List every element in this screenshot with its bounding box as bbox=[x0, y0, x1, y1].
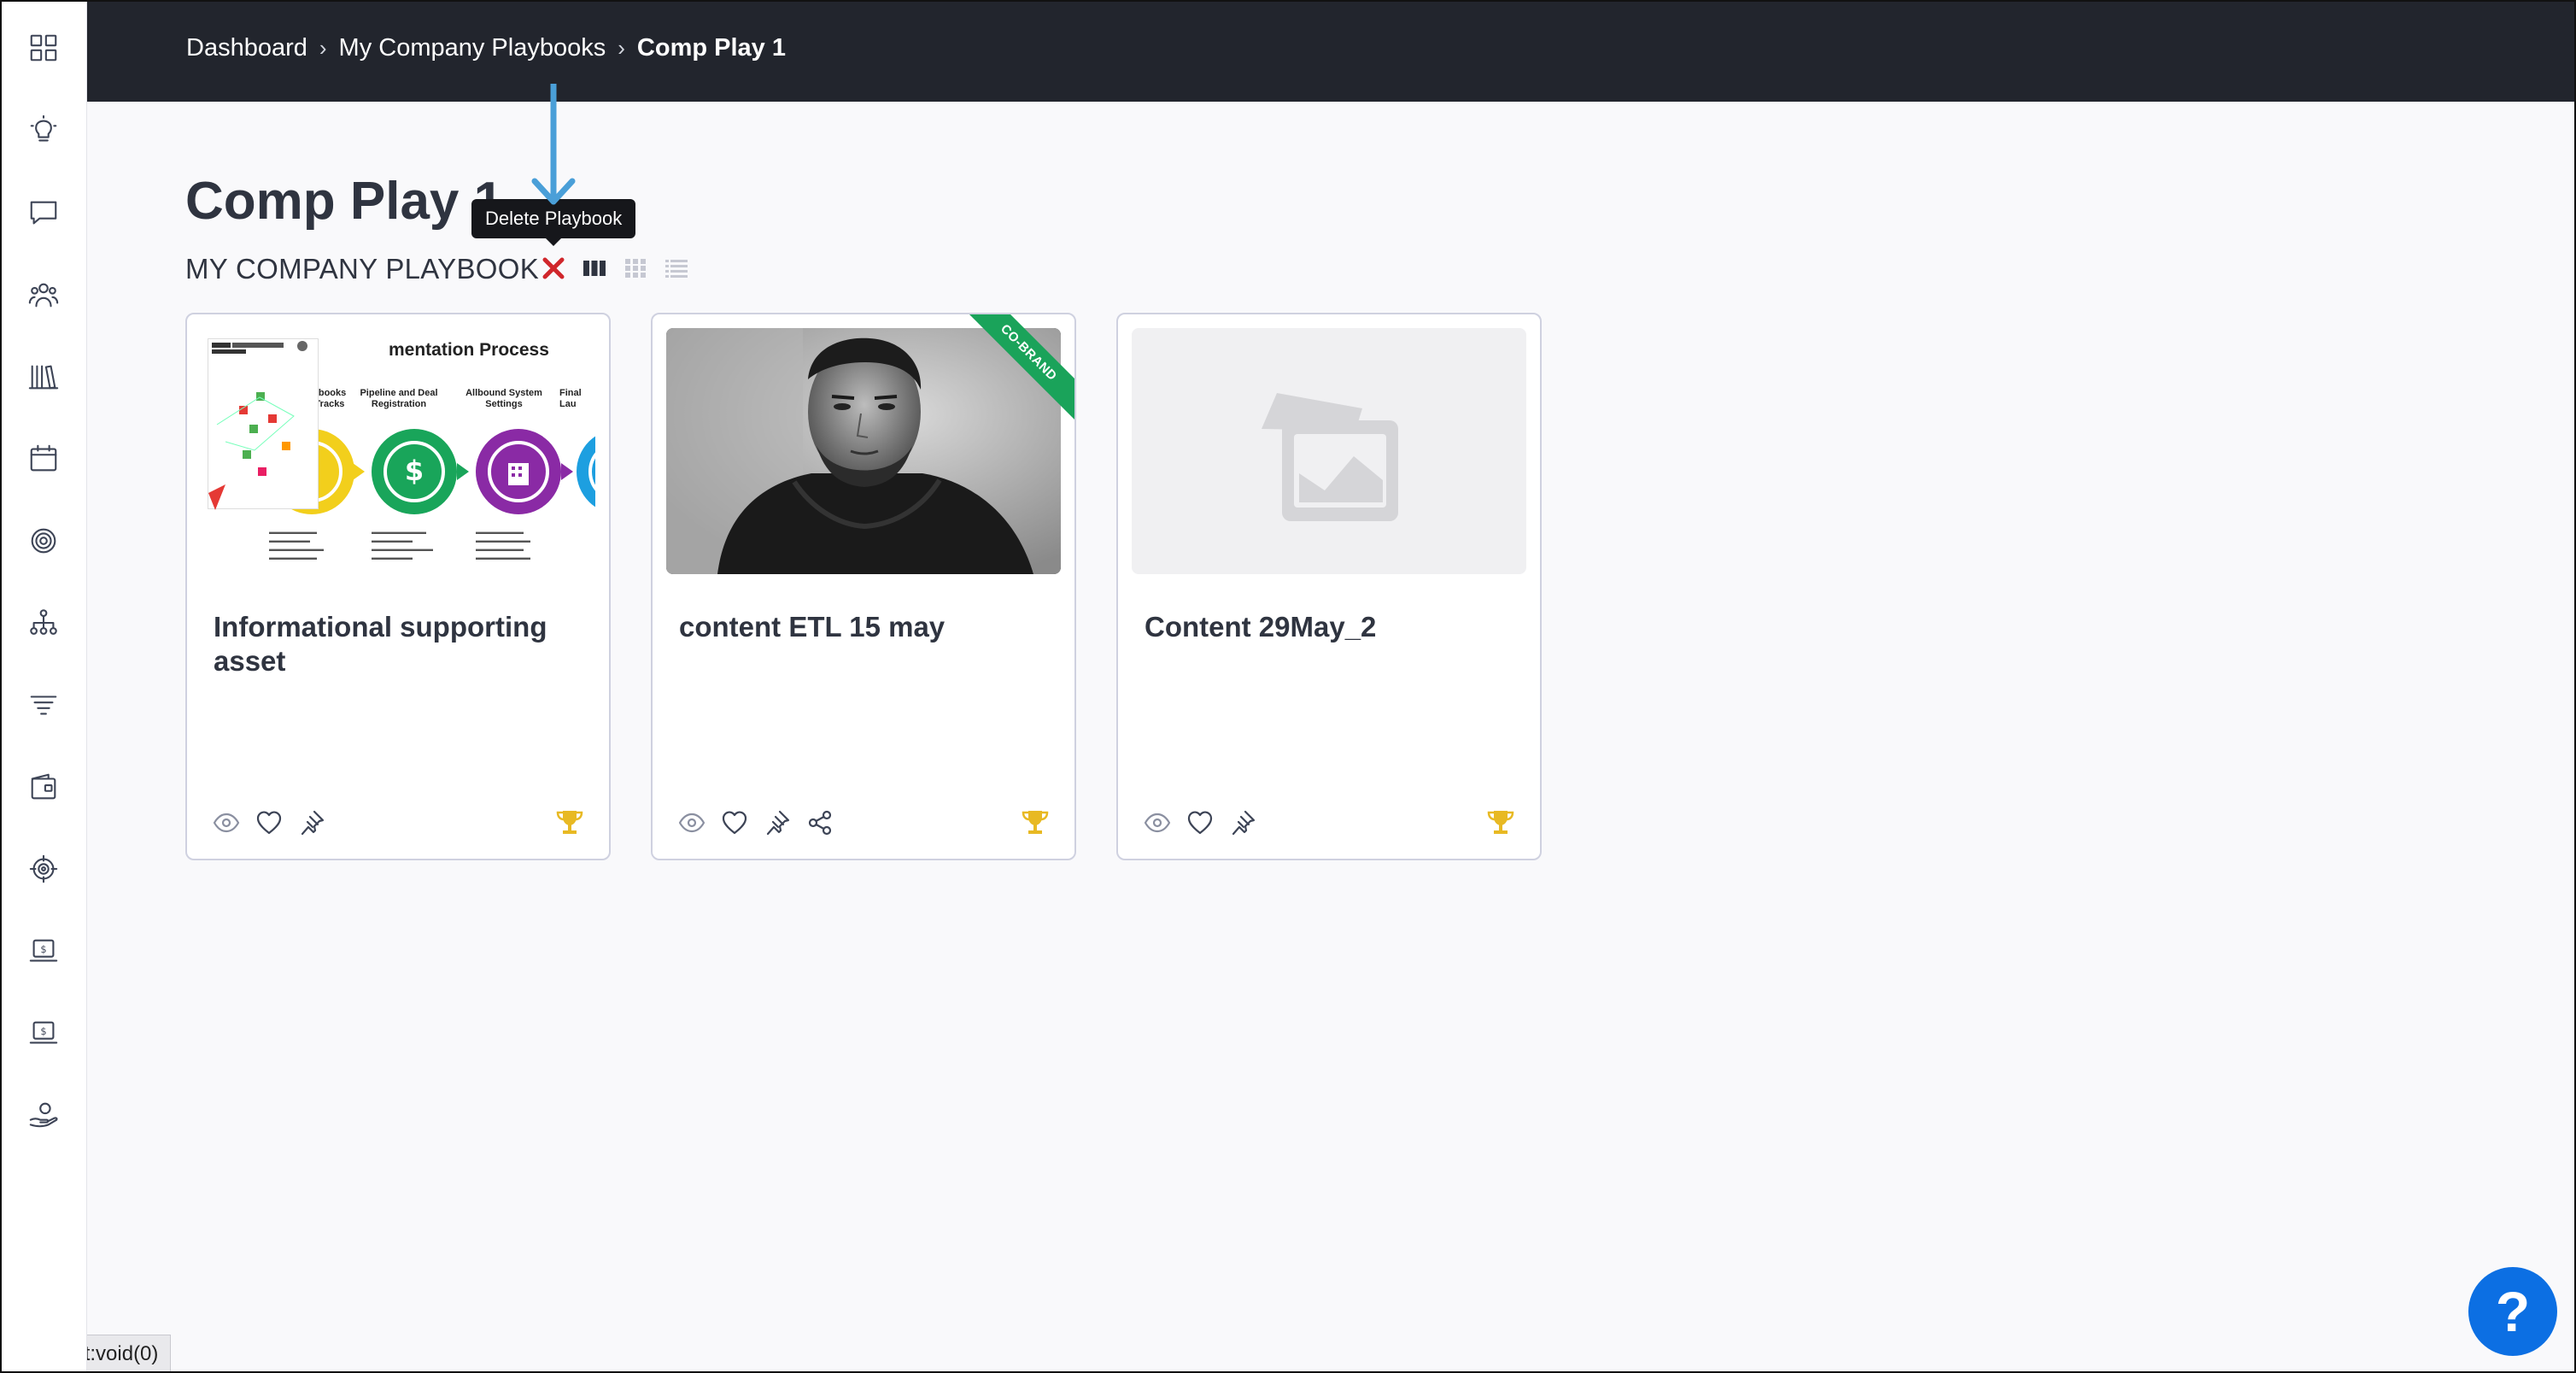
thumb-column-label: Pipeline and Deal Registration bbox=[360, 388, 438, 409]
breadcrumb-separator: › bbox=[618, 35, 625, 61]
breadcrumb-dashboard-link[interactable]: Dashboard bbox=[186, 34, 307, 62]
thumb-fine-print: ▬▬▬▬▬▬▬ ▬▬▬▬▬▬▬▬ ▬▬▬▬▬▬▬ ▬▬▬▬▬▬▬▬ bbox=[476, 528, 530, 561]
pin-icon bbox=[1232, 810, 1256, 836]
svg-text:$: $ bbox=[40, 1025, 46, 1037]
laptop-dollar-icon[interactable]: $ bbox=[24, 1013, 63, 1053]
dashboard-icon[interactable] bbox=[24, 28, 63, 67]
list-view-button[interactable] bbox=[656, 251, 697, 285]
trophy-icon bbox=[556, 811, 583, 834]
columns-view-icon bbox=[583, 261, 606, 276]
eye-icon bbox=[213, 813, 240, 833]
building-icon bbox=[508, 463, 529, 485]
calendar-icon[interactable] bbox=[24, 439, 63, 478]
wallet-icon[interactable] bbox=[24, 767, 63, 807]
playbook-toolbar bbox=[533, 251, 697, 285]
delete-playbook-button[interactable] bbox=[533, 251, 574, 285]
like-button[interactable] bbox=[719, 807, 750, 838]
page-title: Comp Play 1 bbox=[185, 172, 504, 231]
playbook-type-label: MY COMPANY PLAYBOOK bbox=[185, 253, 540, 285]
delete-icon bbox=[542, 257, 565, 279]
heart-icon bbox=[722, 811, 747, 835]
card-title[interactable]: Informational supporting asset bbox=[214, 610, 589, 678]
thumb-process-title: mentation Process bbox=[389, 340, 549, 360]
card-actions bbox=[676, 807, 835, 838]
filter-icon[interactable] bbox=[24, 685, 63, 725]
thumb-mini-diagram bbox=[208, 338, 319, 510]
library-icon[interactable] bbox=[24, 357, 63, 396]
trophy-icon bbox=[1022, 811, 1049, 834]
lightbulb-icon[interactable] bbox=[24, 111, 63, 150]
org-chart-icon[interactable] bbox=[24, 603, 63, 642]
breadcrumb-playbooks-link[interactable]: My Company Playbooks bbox=[339, 34, 606, 62]
heart-icon bbox=[1187, 811, 1213, 835]
like-button[interactable] bbox=[1185, 807, 1215, 838]
svg-text:$: $ bbox=[40, 943, 46, 955]
view-button[interactable] bbox=[676, 807, 707, 838]
thumb-column-label: Allbound System Settings bbox=[465, 388, 542, 409]
heart-icon bbox=[256, 811, 282, 835]
share-button[interactable] bbox=[805, 807, 835, 838]
help-button[interactable]: ? bbox=[2468, 1267, 2557, 1356]
card-actions bbox=[1142, 807, 1258, 838]
view-button[interactable] bbox=[1142, 807, 1173, 838]
top-bar: Dashboard › My Company Playbooks › Comp … bbox=[87, 0, 2576, 102]
content-card[interactable]: CO-BRAND content ETL 15 may bbox=[651, 313, 1076, 860]
breadcrumb-current: Comp Play 1 bbox=[636, 34, 786, 62]
thumb-arrow bbox=[457, 463, 469, 480]
image-placeholder-icon bbox=[1262, 393, 1398, 521]
share-icon bbox=[808, 810, 832, 836]
view-button[interactable] bbox=[211, 807, 242, 838]
card-actions bbox=[211, 807, 327, 838]
pin-button[interactable] bbox=[1227, 807, 1258, 838]
hand-user-icon[interactable] bbox=[24, 1095, 63, 1135]
thumb-fine-print: ▬▬▬▬▬▬▬▬ ▬▬▬▬▬▬ ▬▬▬▬▬▬▬▬▬ ▬▬▬▬▬▬ bbox=[372, 528, 433, 561]
thumb-blue-circle bbox=[577, 429, 595, 514]
team-icon[interactable] bbox=[24, 275, 63, 314]
chat-icon[interactable] bbox=[24, 193, 63, 232]
thumb-fine-print: ▬▬▬▬▬▬▬ ▬▬▬▬▬▬ ▬▬▬▬▬▬▬▬ ▬▬▬▬▬▬▬ bbox=[269, 528, 324, 561]
breadcrumb-separator: › bbox=[319, 35, 327, 61]
card-thumbnail bbox=[666, 328, 1061, 574]
card-thumbnail: mentation Process ybooks Tracks Pipeline… bbox=[201, 328, 595, 574]
grid-view-button[interactable] bbox=[615, 251, 656, 285]
target-icon[interactable] bbox=[24, 521, 63, 560]
dollar-icon: $ bbox=[405, 455, 424, 487]
pin-icon bbox=[766, 810, 790, 836]
thumb-purple-circle bbox=[476, 429, 561, 514]
columns-view-button[interactable] bbox=[574, 251, 615, 285]
svg-text:$: $ bbox=[405, 455, 424, 487]
sidebar: $ $ bbox=[0, 0, 87, 1373]
pin-button[interactable] bbox=[762, 807, 793, 838]
trophy-icon bbox=[1487, 811, 1514, 834]
pin-button[interactable] bbox=[296, 807, 327, 838]
content-card[interactable]: Content 29May_2 bbox=[1116, 313, 1542, 860]
thumb-arrow bbox=[561, 463, 573, 480]
content-card[interactable]: mentation Process ybooks Tracks Pipeline… bbox=[185, 313, 611, 860]
grid-view-icon bbox=[625, 259, 646, 278]
thumb-green-circle: $ bbox=[372, 429, 457, 514]
annotation-arrow bbox=[531, 84, 576, 205]
list-view-icon bbox=[665, 260, 688, 278]
eye-icon bbox=[678, 813, 705, 833]
card-title[interactable]: Content 29May_2 bbox=[1145, 610, 1520, 644]
thumb-column-label: Final Lau bbox=[559, 388, 582, 409]
laptop-dollar-icon[interactable]: $ bbox=[24, 931, 63, 971]
pin-icon bbox=[301, 810, 325, 836]
card-thumbnail bbox=[1132, 328, 1526, 574]
breadcrumb: Dashboard › My Company Playbooks › Comp … bbox=[186, 34, 786, 62]
like-button[interactable] bbox=[254, 807, 284, 838]
portrait-photo bbox=[666, 328, 1061, 574]
thumb-arrow bbox=[353, 463, 365, 480]
network-icon[interactable] bbox=[24, 849, 63, 889]
eye-icon bbox=[1144, 813, 1171, 833]
card-title[interactable]: content ETL 15 may bbox=[679, 610, 1055, 644]
